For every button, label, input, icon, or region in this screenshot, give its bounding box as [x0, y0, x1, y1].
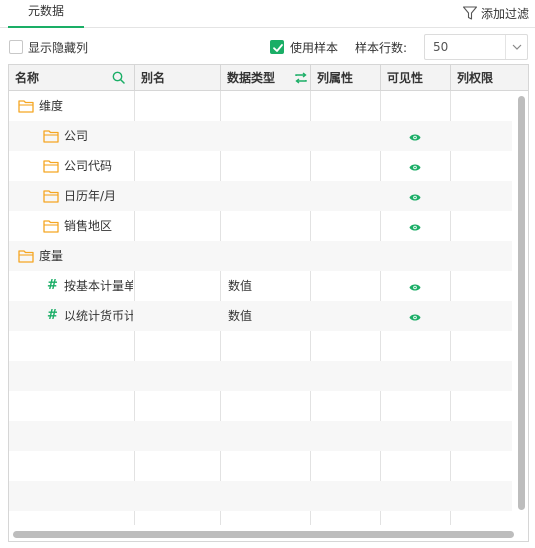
add-filter-label: 添加过滤 — [480, 6, 529, 21]
vertical-scrollbar-thumb[interactable] — [518, 96, 525, 510]
tab-metadata[interactable]: 元数据 — [8, 0, 84, 28]
table-row — [9, 481, 512, 511]
search-icon[interactable] — [112, 71, 125, 84]
folder-icon[interactable] — [43, 129, 59, 146]
horizontal-scrollbar-thumb[interactable] — [13, 531, 514, 538]
table-row[interactable]: 公司代码 — [9, 151, 512, 181]
folder-icon[interactable] — [18, 249, 34, 266]
table-row[interactable]: # 以统计货币计 数值 — [9, 301, 512, 331]
column-header-column-attribute[interactable]: 列属性 — [311, 65, 381, 91]
table-row[interactable]: # 按基本计量单 数值 — [9, 271, 512, 301]
column-header-data-type-label: 数据类型 — [227, 71, 276, 85]
table-row — [9, 451, 512, 481]
table-row[interactable]: 公司 — [9, 121, 512, 151]
metadata-grid: 名称 别名 数据类型 列属性 可见性 列权限 维度公司公司代码日历年/月销售地区… — [8, 64, 529, 542]
folder-icon[interactable] — [18, 99, 34, 116]
table-row — [9, 331, 512, 361]
row-data-type — [228, 121, 308, 151]
row-data-type — [228, 211, 308, 241]
row-name: 度量 — [39, 249, 64, 263]
column-header-data-type[interactable]: 数据类型 — [221, 65, 311, 91]
filter-icon — [462, 6, 478, 20]
row-name: 销售地区 — [64, 219, 113, 233]
row-name: 公司 — [64, 129, 89, 143]
table-row[interactable]: 度量 — [9, 241, 512, 271]
vertical-scrollbar[interactable] — [513, 91, 528, 525]
column-header-column-permission[interactable]: 列权限 — [451, 65, 528, 91]
visibility-eye-icon[interactable] — [409, 311, 421, 325]
row-name: 维度 — [39, 99, 64, 113]
folder-icon[interactable] — [43, 189, 59, 206]
table-row — [9, 361, 512, 391]
row-name: 以统计货币计 — [64, 309, 133, 323]
row-name: 按基本计量单 — [64, 279, 133, 293]
tab-bar: 元数据 添加过滤 — [0, 0, 535, 28]
visibility-eye-icon[interactable] — [409, 221, 421, 235]
row-data-type — [228, 181, 308, 211]
table-row[interactable]: 销售地区 — [9, 211, 512, 241]
swap-icon[interactable] — [294, 72, 308, 84]
column-header-name[interactable]: 名称 — [9, 65, 135, 91]
table-row[interactable]: 维度 — [9, 91, 512, 121]
active-tab-indicator — [8, 26, 84, 28]
sample-rows-input[interactable] — [425, 35, 505, 59]
sample-rows-select[interactable] — [424, 34, 528, 60]
table-row — [9, 391, 512, 421]
measure-icon: # — [47, 308, 58, 323]
row-data-type — [228, 241, 308, 271]
visibility-eye-icon[interactable] — [409, 281, 421, 295]
row-data-type — [228, 91, 308, 121]
show-hidden-checkbox[interactable] — [9, 40, 23, 54]
row-data-type: 数值 — [228, 279, 253, 293]
column-header-name-label: 名称 — [15, 71, 40, 85]
row-name: 日历年/月 — [64, 189, 117, 203]
visibility-eye-icon[interactable] — [409, 191, 421, 205]
row-data-type: 数值 — [228, 309, 253, 323]
column-header-visibility[interactable]: 可见性 — [381, 65, 451, 91]
checkmark-icon — [273, 44, 283, 52]
measure-icon: # — [47, 278, 58, 293]
row-name: 公司代码 — [64, 159, 113, 173]
use-sample-checkbox[interactable] — [270, 40, 284, 54]
row-data-type — [228, 151, 308, 181]
visibility-eye-icon[interactable] — [409, 161, 421, 175]
horizontal-scrollbar[interactable] — [9, 525, 528, 541]
folder-icon[interactable] — [43, 219, 59, 236]
visibility-eye-icon[interactable] — [409, 131, 421, 145]
show-hidden-label: 显示隐藏列 — [28, 41, 89, 55]
table-row[interactable]: 日历年/月 — [9, 181, 512, 211]
sample-rows-label: 样本行数: — [355, 41, 408, 55]
table-row — [9, 421, 512, 451]
grid-header: 名称 别名 数据类型 列属性 可见性 列权限 — [9, 65, 528, 91]
chevron-down-icon[interactable] — [505, 35, 527, 59]
column-header-alias[interactable]: 别名 — [135, 65, 221, 91]
add-filter-button[interactable]: 添加过滤 — [462, 4, 529, 22]
use-sample-label: 使用样本 — [290, 41, 339, 55]
folder-icon[interactable] — [43, 159, 59, 176]
options-row: 显示隐藏列 使用样本 样本行数: — [0, 33, 535, 61]
